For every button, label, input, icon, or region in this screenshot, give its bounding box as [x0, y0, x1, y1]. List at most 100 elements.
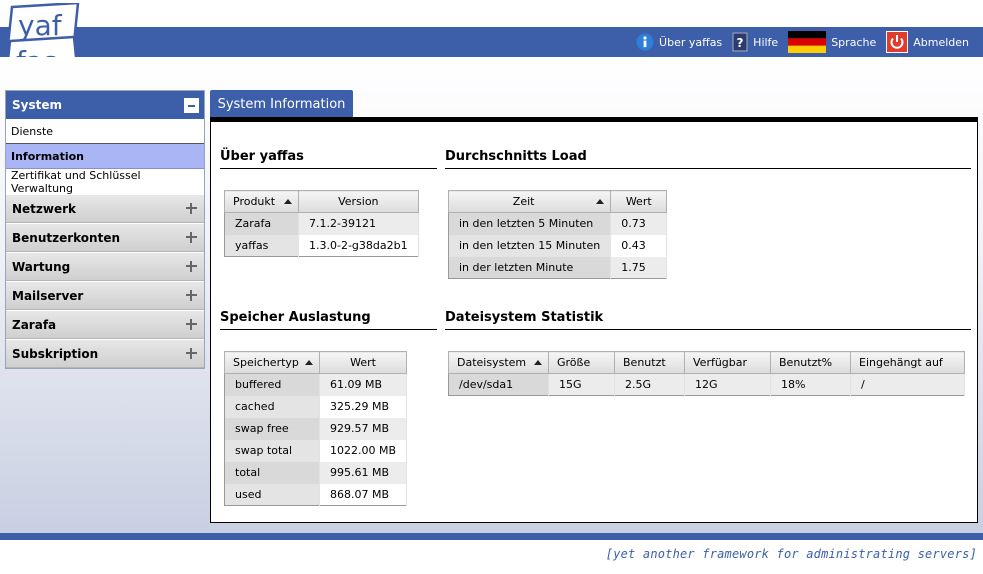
column-header-groesse[interactable]: Größe	[548, 351, 615, 374]
about-label: Über yaffas	[659, 35, 723, 49]
expand-icon[interactable]	[185, 231, 198, 244]
tab-system-information[interactable]: System Information	[210, 90, 353, 118]
table-row: in den letzten 5 Minuten 0.73	[448, 212, 668, 235]
table-header-row: Produkt Version	[224, 190, 419, 213]
table-cell: 61.09 MB	[319, 373, 408, 396]
section-title-load: Durchschnitts Load	[445, 146, 971, 169]
sidebar-item-information[interactable]: Information	[6, 144, 204, 169]
column-header-eingehaengt[interactable]: Eingehängt auf	[850, 351, 965, 374]
help-link[interactable]: ? Hilfe	[732, 32, 778, 52]
sidebar-item-dienste[interactable]: Dienste	[6, 119, 204, 144]
table-cell: 1.75	[610, 256, 668, 279]
sidebar-group-system[interactable]: System	[6, 91, 204, 119]
table-cell: Zarafa	[224, 212, 299, 235]
table-cell: 929.57 MB	[319, 417, 408, 440]
table-header-row: Speichertyp Wert	[224, 351, 408, 374]
language-link[interactable]: Sprache	[788, 31, 876, 53]
top-navigation: Über yaffas ? Hilfe Sprache Abmelden	[626, 30, 969, 54]
column-header-verfuegbar[interactable]: Verfügbar	[684, 351, 771, 374]
table-cell: 995.61 MB	[319, 461, 408, 484]
expand-icon[interactable]	[185, 318, 198, 331]
table-cell: 1022.00 MB	[319, 439, 408, 462]
column-header-benutzt-prozent[interactable]: Benutzt%	[770, 351, 851, 374]
footer-bar	[0, 533, 983, 540]
column-header-dateisystem[interactable]: Dateisystem	[448, 351, 549, 374]
collapse-icon[interactable]	[184, 97, 199, 113]
table-cell: 2.5G	[614, 373, 685, 396]
german-flag-icon	[788, 31, 827, 53]
table-header-row: Zeit Wert	[447, 190, 668, 213]
table-cell: 0.43	[610, 234, 668, 257]
table-cell: used	[224, 483, 320, 506]
section-title-about: Über yaffas	[220, 146, 437, 169]
language-label: Sprache	[831, 35, 877, 49]
about-table: Produkt Version Zarafa 7.1.2-39121 yaffa…	[224, 190, 419, 257]
table-row: swap free 929.57 MB	[224, 417, 408, 440]
table-cell: buffered	[224, 373, 320, 396]
memory-table: Speichertyp Wert buffered 61.09 MB cache…	[224, 351, 408, 506]
table-cell: 7.1.2-39121	[298, 212, 419, 235]
column-header-speichertyp[interactable]: Speichertyp	[224, 351, 320, 374]
table-cell: yaffas	[224, 234, 299, 257]
table-row: cached 325.29 MB	[224, 395, 408, 418]
table-row: /dev/sda1 15G 2.5G 12G 18% /	[448, 373, 965, 396]
table-cell: in den letzten 5 Minuten	[448, 212, 612, 235]
table-row: in der letzten Minute 1.75	[448, 256, 668, 279]
logo-text-top: yaf	[18, 9, 63, 42]
column-header-benutzt[interactable]: Benutzt	[614, 351, 685, 374]
help-book-icon: ?	[732, 32, 748, 52]
table-cell: swap free	[224, 417, 320, 440]
section-title-filesystem: Dateisystem Statistik	[445, 307, 971, 330]
sidebar-group-mailserver[interactable]: Mailserver	[6, 281, 204, 310]
load-table: Zeit Wert in den letzten 5 Minuten 0.73 …	[447, 190, 668, 279]
column-header-version[interactable]: Version	[298, 190, 419, 213]
main-panel: Über yaffas Produkt Version Zarafa 7.1.2…	[210, 117, 978, 523]
table-row: swap total 1022.00 MB	[224, 439, 408, 462]
about-link[interactable]: Über yaffas	[636, 33, 722, 51]
table-cell: swap total	[224, 439, 320, 462]
sidebar-item-zertifikat[interactable]: Zertifikat und Schlüssel Verwaltung	[6, 169, 204, 195]
table-cell: 1.3.0-2-g38da2b1	[298, 234, 419, 257]
sidebar: System Dienste Information Zertifikat un…	[5, 90, 205, 369]
info-icon	[636, 33, 654, 51]
table-row: used 868.07 MB	[224, 483, 408, 506]
table-row: in den letzten 15 Minuten 0.43	[448, 234, 668, 257]
table-cell: /	[850, 373, 965, 396]
logout-label: Abmelden	[913, 35, 969, 49]
table-header-row: Dateisystem Größe Benutzt Verfügbar Benu…	[448, 351, 965, 374]
sidebar-group-benutzerkonten[interactable]: Benutzerkonten	[6, 223, 204, 252]
sidebar-group-netzwerk[interactable]: Netzwerk	[6, 194, 204, 223]
column-header-wert[interactable]: Wert	[610, 190, 668, 213]
sidebar-group-wartung[interactable]: Wartung	[6, 252, 204, 281]
svg-text:?: ?	[737, 36, 744, 50]
help-label: Hilfe	[753, 35, 779, 49]
expand-icon[interactable]	[185, 289, 198, 302]
table-cell: 0.73	[610, 212, 668, 235]
table-cell: 12G	[684, 373, 771, 396]
filesystem-table: Dateisystem Größe Benutzt Verfügbar Benu…	[448, 351, 965, 396]
table-cell: in den letzten 15 Minuten	[448, 234, 612, 257]
table-row: Zarafa 7.1.2-39121	[224, 212, 419, 235]
logout-link[interactable]: Abmelden	[886, 31, 969, 53]
table-cell: 18%	[770, 373, 851, 396]
table-cell: cached	[224, 395, 320, 418]
table-cell: total	[224, 461, 320, 484]
sidebar-group-subskription[interactable]: Subskription	[6, 339, 204, 368]
column-header-zeit[interactable]: Zeit	[447, 190, 612, 213]
table-cell: 15G	[548, 373, 615, 396]
expand-icon[interactable]	[185, 202, 198, 215]
table-cell: /dev/sda1	[448, 373, 549, 396]
expand-icon[interactable]	[185, 347, 198, 360]
section-title-memory: Speicher Auslastung	[220, 307, 437, 330]
column-header-wert[interactable]: Wert	[318, 351, 408, 374]
table-row: total 995.61 MB	[224, 461, 408, 484]
table-cell: 325.29 MB	[319, 395, 408, 418]
table-row: yaffas 1.3.0-2-g38da2b1	[224, 234, 419, 257]
expand-icon[interactable]	[185, 260, 198, 273]
sidebar-group-zarafa[interactable]: Zarafa	[6, 310, 204, 339]
table-cell: 868.07 MB	[319, 483, 408, 506]
column-header-produkt[interactable]: Produkt	[224, 190, 299, 213]
sidebar-group-label: System	[12, 98, 62, 112]
table-cell: in der letzten Minute	[448, 256, 612, 279]
footer-tagline: [yet another framework for administratin…	[605, 547, 977, 561]
